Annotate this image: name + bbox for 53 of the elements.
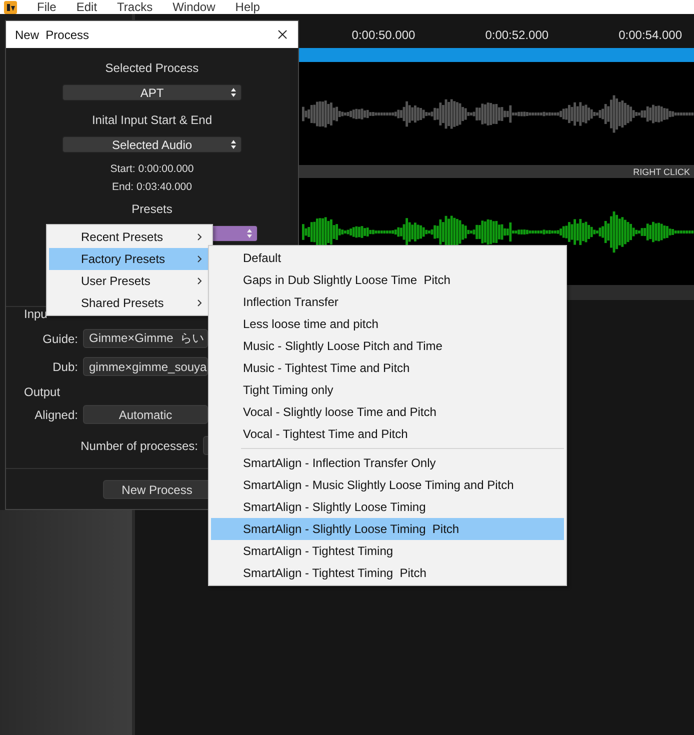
menu-item[interactable]: Recent Presets bbox=[49, 226, 210, 248]
menu-item[interactable]: SmartAlign - Slightly Loose Timing Pitch bbox=[211, 518, 564, 540]
menu-item[interactable]: Vocal - Slightly loose Time and Pitch bbox=[211, 401, 564, 423]
end-time: End: 0:03:40.000 bbox=[112, 181, 192, 194]
section-label: Inpu bbox=[24, 307, 48, 321]
time-label: 0:00:52.000 bbox=[485, 28, 549, 42]
menu-item[interactable]: SmartAlign - Music Slightly Loose Timing and Pitch bbox=[211, 474, 564, 496]
aligned-dropdown[interactable]: Automatic bbox=[83, 405, 208, 424]
up-down-icon bbox=[231, 88, 236, 97]
menu-item[interactable]: Default bbox=[211, 247, 564, 269]
new-process-button[interactable]: New Process bbox=[103, 480, 211, 499]
menu-item[interactable]: Gaps in Dub Slightly Loose Time Pitch bbox=[211, 269, 564, 291]
chevron-right-icon bbox=[197, 255, 202, 263]
field-label: Guide: bbox=[42, 332, 78, 346]
up-down-icon bbox=[231, 140, 236, 149]
menu-item[interactable]: Music - Slightly Loose Pitch and Time bbox=[211, 335, 564, 357]
track-hint: RIGHT CLICK bbox=[633, 166, 691, 176]
menu-item[interactable]: Vocal - Tightest Time and Pitch bbox=[211, 423, 564, 445]
menu-item[interactable]: Tracks bbox=[117, 1, 153, 13]
chevron-right-icon bbox=[197, 299, 202, 307]
field-label: Aligned: bbox=[34, 408, 78, 422]
chevron-right-icon bbox=[197, 233, 202, 241]
section-label: Inital Input Start & End bbox=[92, 113, 212, 127]
window-title: New Process bbox=[15, 28, 90, 42]
menu-item[interactable]: User Presets bbox=[49, 270, 210, 292]
chevron-right-icon bbox=[197, 277, 202, 285]
dub-field[interactable]: gimme×gimme_souya bbox=[83, 357, 208, 376]
menu-item[interactable]: SmartAlign - Tightest Timing Pitch bbox=[211, 562, 564, 584]
guide-field[interactable]: Gimme×Gimme らい bbox=[83, 329, 208, 348]
section-label: Output bbox=[24, 385, 60, 399]
field-label: Dub: bbox=[52, 360, 78, 374]
menu-item[interactable]: Factory Presets bbox=[49, 248, 210, 270]
menu-item[interactable]: Tight Timing only bbox=[211, 379, 564, 401]
menu-item[interactable]: Window bbox=[172, 1, 216, 13]
time-label: 0:00:54.000 bbox=[618, 28, 682, 42]
up-down-icon bbox=[247, 229, 252, 238]
menu-item[interactable]: Help bbox=[235, 1, 260, 13]
field-label: Number of processes: bbox=[80, 438, 198, 452]
time-label: 0:00:50.000 bbox=[352, 28, 416, 42]
menu-item[interactable]: Shared Presets bbox=[49, 292, 210, 314]
section-label: Selected Process bbox=[105, 61, 199, 75]
menu-item[interactable]: Music - Tightest Time and Pitch bbox=[211, 357, 564, 379]
section-label: Presets bbox=[132, 202, 172, 216]
menu-item[interactable]: File bbox=[37, 1, 56, 13]
start-time: Start: 0:00:00.000 bbox=[110, 163, 194, 176]
menu-item[interactable]: Less loose time and pitch bbox=[211, 313, 564, 335]
menu-item[interactable]: Inflection Transfer bbox=[211, 291, 564, 313]
menu-item[interactable]: SmartAlign - Tightest Timing bbox=[211, 540, 564, 562]
menu-item[interactable]: Edit bbox=[76, 1, 98, 13]
process-dropdown[interactable]: APT bbox=[62, 84, 242, 101]
menu-item[interactable]: SmartAlign - Inflection Transfer Only bbox=[211, 452, 564, 474]
menu-item[interactable]: SmartAlign - Slightly Loose Timing bbox=[211, 496, 564, 518]
range-dropdown[interactable]: Selected Audio bbox=[62, 136, 242, 153]
